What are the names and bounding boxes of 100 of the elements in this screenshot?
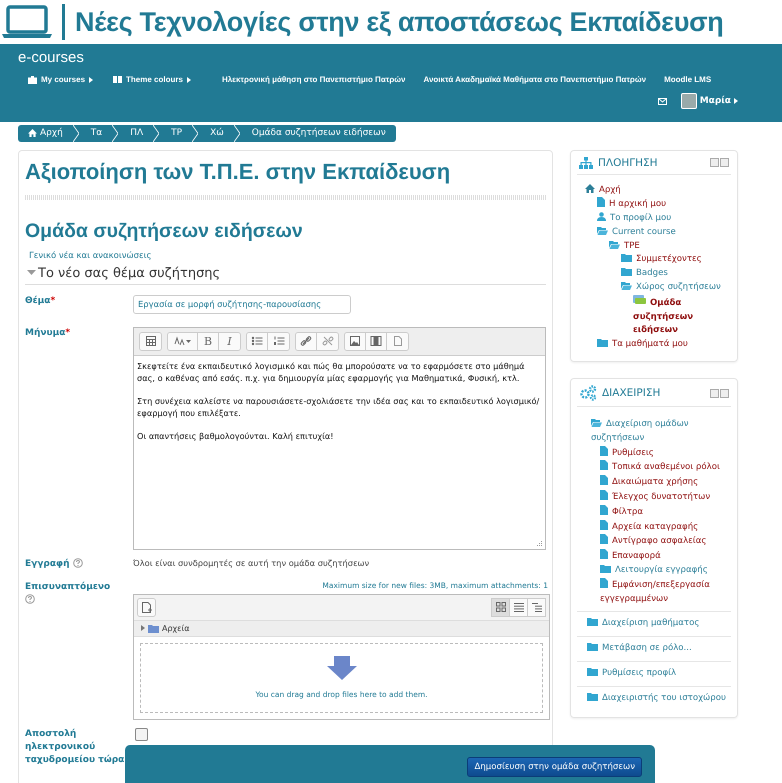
- grid-icon: [496, 602, 506, 612]
- page-icon: [600, 534, 608, 544]
- breadcrumb-link[interactable]: Τα: [78, 124, 112, 142]
- caret-icon: [89, 76, 94, 82]
- page-icon: [600, 446, 608, 456]
- breadcrumb-link[interactable]: Χώ: [198, 124, 234, 142]
- breadcrumb-link[interactable]: Αρχή: [18, 124, 73, 142]
- mail-icon[interactable]: [658, 98, 667, 104]
- menu-item[interactable]: Ανοικτά Ακαδημαϊκά Μαθήματα στο Πανεπιστήμιο Πατρών: [414, 75, 656, 84]
- numbered-list-icon: [272, 335, 284, 347]
- nav-item[interactable]: Αντίγραφο ασφαλείας: [600, 534, 731, 550]
- nav-item[interactable]: Μετάβαση σε ρόλο...: [587, 642, 731, 656]
- nav-item[interactable]: Επαναφορά: [600, 549, 731, 564]
- message-editor[interactable]: [133, 326, 546, 550]
- nav-item[interactable]: Αρχή: [585, 184, 731, 198]
- nav-item[interactable]: Τοπικά αναθεμένοι ρόλοι: [600, 460, 731, 476]
- required-mark: *: [50, 296, 56, 306]
- home-icon: [585, 184, 595, 192]
- nav-item[interactable]: Τα μαθήματά μου: [597, 338, 731, 352]
- nav-item[interactable]: Διαχειριστής του ιστοχώρου: [587, 692, 731, 706]
- nav-item[interactable]: Το προφίλ μου: [597, 212, 731, 226]
- nav-item[interactable]: Εμφάνιση/επεξεργασία εγγεγραμμένων: [600, 578, 731, 606]
- italic-button[interactable]: I: [219, 332, 240, 350]
- view-button[interactable]: [491, 598, 510, 616]
- unlink-icon: [322, 335, 334, 347]
- folder-icon: [600, 564, 611, 574]
- folder-link[interactable]: Αρχεία: [162, 624, 190, 632]
- help-icon[interactable]: [25, 594, 35, 604]
- folder-icon: [148, 624, 159, 632]
- help-icon[interactable]: [72, 558, 83, 568]
- nav-item[interactable]: Δικαιώματα χρήσης: [600, 475, 731, 490]
- bold-button[interactable]: B: [198, 332, 219, 350]
- menu-item[interactable]: Moodle LMS: [655, 75, 712, 84]
- link-icon: [300, 335, 312, 347]
- section-toggle[interactable]: Το νέο σας θέμα συζήτησης: [25, 260, 546, 284]
- chevron-icon: [234, 124, 240, 142]
- nav-item[interactable]: Έλεγχος δυνατοτήτων: [600, 490, 731, 505]
- folder-icon: [587, 667, 598, 676]
- brand-link[interactable]: e-courses: [18, 44, 84, 66]
- font-size-icon: [174, 335, 186, 347]
- folder-icon: [621, 267, 632, 276]
- avatar-icon: [680, 93, 697, 109]
- table-icon: [144, 335, 156, 347]
- caret-icon: [734, 98, 738, 104]
- nav-item[interactable]: Ομάδα συζητήσεων ειδήσεων: [633, 294, 731, 338]
- field-label: Αποστολή ηλεκτρονικού ταχυδρομείου τώρα: [25, 728, 124, 764]
- nav-item[interactable]: Διαχείριση ομάδων συζητήσεων: [591, 418, 731, 446]
- nav-item[interactable]: Διαχείριση μαθήματος: [587, 617, 731, 632]
- required-mark: *: [65, 328, 70, 338]
- list-icon: [514, 602, 524, 612]
- breadcrumb-link[interactable]: Ομάδα συζητήσεων ειδήσεων: [240, 124, 396, 142]
- breadcrumb-link[interactable]: ΠΛ: [118, 124, 154, 142]
- menu-item[interactable]: Theme colours: [103, 75, 201, 84]
- page-icon: [600, 475, 608, 486]
- field-label: Μήνυμα: [25, 328, 66, 338]
- add-file-button[interactable]: [137, 598, 156, 616]
- tree-list-icon: [532, 602, 542, 612]
- course-title: Αξιοποίηση των Τ.Π.Ε. στην Εκπαίδευση: [25, 158, 452, 184]
- folder-icon: [587, 617, 598, 626]
- nav-item[interactable]: Ρυθμίσεις προφίλ: [587, 667, 731, 681]
- folder-icon: [597, 338, 608, 348]
- page-icon: [600, 549, 608, 560]
- breadcrumb-link[interactable]: TP: [159, 124, 192, 142]
- caret-icon: [27, 270, 36, 276]
- field-label: Εγγραφή: [25, 558, 70, 568]
- laptop-icon: [2, 5, 52, 39]
- site-title: Νέες Τεχνολογίες στην εξ αποστάσεως Εκπαίδευση: [75, 6, 724, 38]
- view-button[interactable]: [509, 598, 528, 616]
- folder-icon: [587, 642, 598, 652]
- post-button[interactable]: Δημοσίευση στην ομάδα συζητήσεων: [467, 757, 642, 777]
- columns-icon: [113, 76, 122, 83]
- expand-icon[interactable]: [141, 625, 145, 631]
- nav-item[interactable]: Χώρος συζητήσεων: [621, 281, 731, 295]
- page-icon: [600, 504, 608, 515]
- nav-item[interactable]: Αρχεία καταγραφής: [600, 520, 731, 534]
- user-menu[interactable]: Μαρία: [680, 93, 738, 109]
- page-icon: [597, 197, 605, 208]
- folder-icon: [621, 253, 632, 262]
- block-title: ΠΛΟΗΓΗΣΗ: [598, 156, 659, 168]
- menu-item[interactable]: Ηλεκτρονική μάθηση στο Πανεπιστήμιο Πατρών: [212, 75, 414, 84]
- folder-icon: [597, 226, 608, 235]
- chevron-icon: [192, 124, 198, 142]
- nav-item[interactable]: Φίλτρα: [600, 504, 731, 520]
- nav-item[interactable]: Current course: [597, 226, 731, 240]
- nav-item[interactable]: Συμμετέχοντες: [621, 253, 731, 268]
- nav-item[interactable]: Η αρχική μου: [597, 197, 731, 212]
- subject-field[interactable]: Εργασία σε μορφή συζήτησης-παρουσίασης: [133, 294, 351, 314]
- folder-icon: [621, 281, 632, 290]
- mail-now-checkbox[interactable]: [135, 728, 148, 740]
- person-icon: [597, 212, 606, 222]
- menu-item[interactable]: My courses: [18, 75, 104, 84]
- image-icon: [349, 335, 361, 347]
- view-button[interactable]: [527, 598, 546, 616]
- nav-item[interactable]: Ρυθμίσεις: [600, 446, 731, 460]
- page-icon: [600, 520, 608, 530]
- subscription-text: Όλοι είναι συνδρομητές σε αυτή την ομάδα συζητήσεων: [133, 558, 370, 570]
- folder-icon: [587, 692, 598, 701]
- nav-item[interactable]: Badges: [621, 267, 731, 282]
- nav-item[interactable]: TPE: [609, 240, 731, 254]
- nav-item[interactable]: Λειτουργία εγγραφής: [600, 564, 731, 578]
